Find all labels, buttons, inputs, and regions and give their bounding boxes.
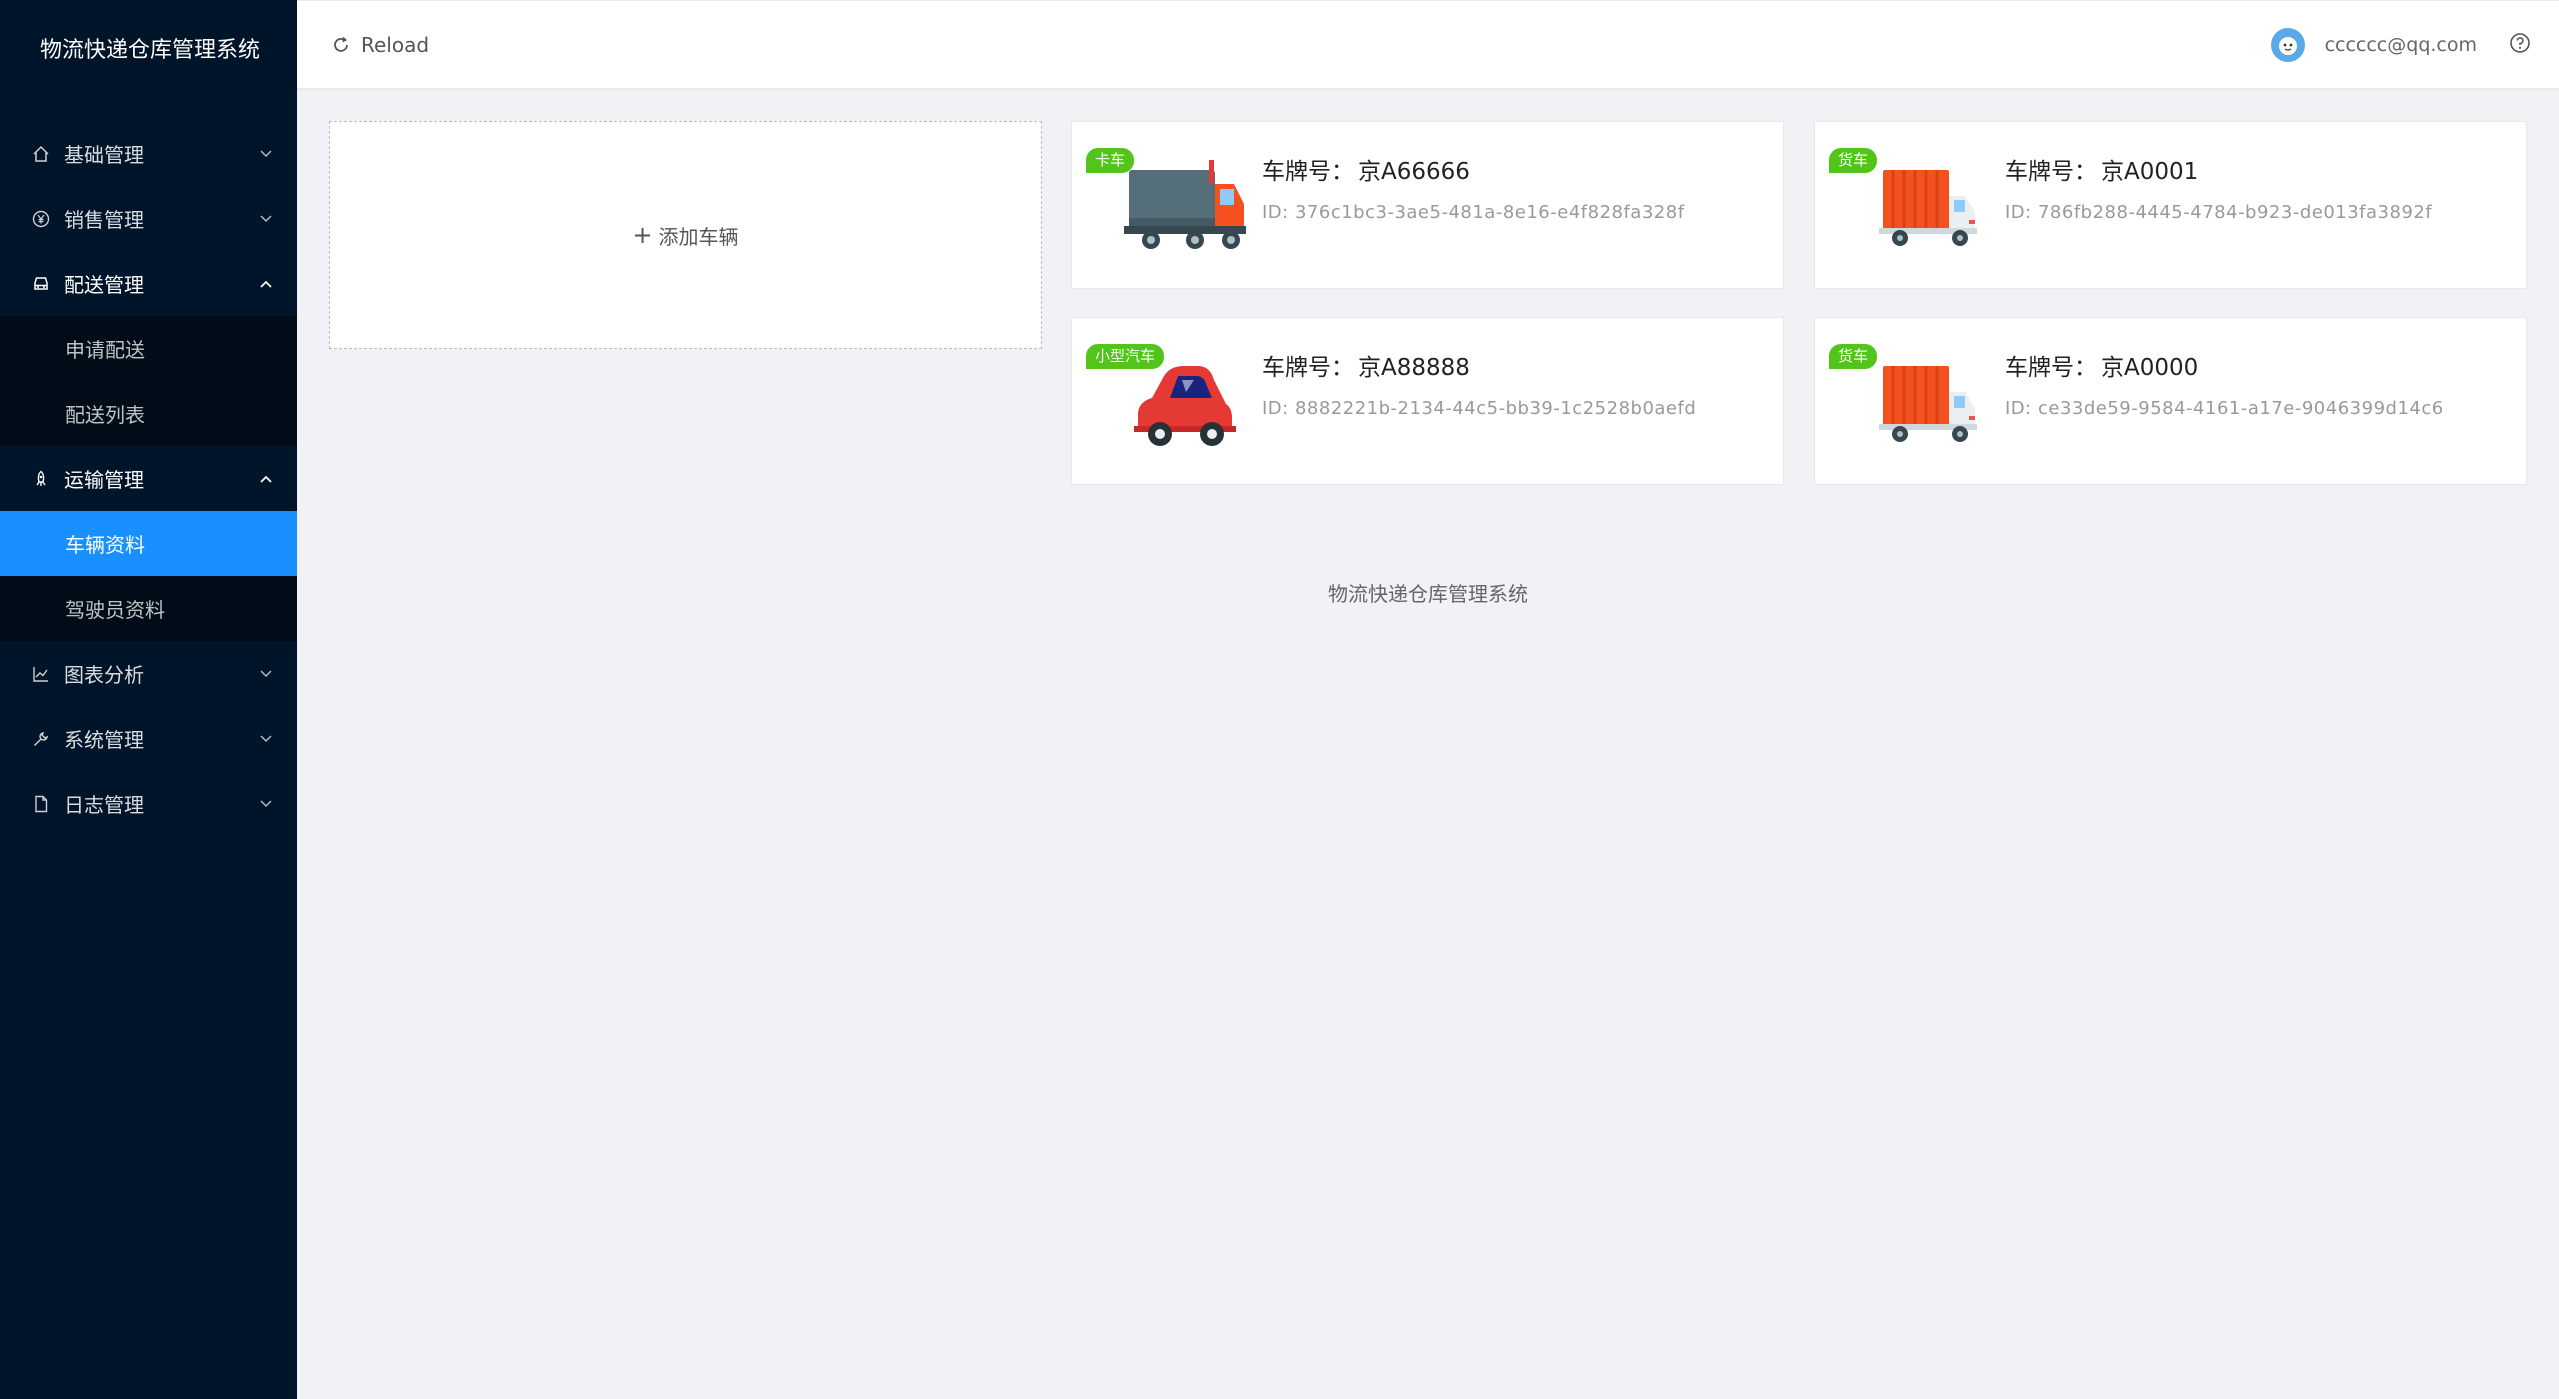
chevron-down-icon xyxy=(259,147,273,161)
footer-text: 物流快递仓库管理系统 xyxy=(1328,582,1528,606)
file-icon xyxy=(31,794,51,814)
add-vehicle-label: 添加车辆 xyxy=(658,224,739,249)
menu-charts[interactable]: 图表分析 xyxy=(0,641,297,706)
vehicle-type-tag: 货车 xyxy=(1829,148,1878,173)
chevron-up-icon xyxy=(259,277,273,291)
user-avatar-icon xyxy=(2278,36,2297,55)
menu-label: 系统管理 xyxy=(64,728,144,752)
vehicle-card[interactable]: 卡车 车牌号： 京A66666 ID: 376c1bc3-3ae5-481a-8e… xyxy=(1071,121,1784,289)
vehicle-info: 车牌号： 京A0001 ID: 786fb288-4445-4784-b923-d… xyxy=(2005,122,2432,223)
vehicle-id: ID: 376c1bc3-3ae5-481a-8e16-e4f828fa328f xyxy=(1262,202,1685,223)
menu-sales[interactable]: 销售管理 xyxy=(0,186,297,251)
top-header: Reload cccccc@qq.com xyxy=(297,0,2559,88)
rocket-icon xyxy=(31,469,51,489)
menu-label: 日志管理 xyxy=(64,793,144,817)
id-value: ce33de59-9584-4161-a17e-9046399d14c6 xyxy=(2037,398,2444,419)
vehicle-type-tag: 货车 xyxy=(1829,344,1878,369)
chevron-down-icon xyxy=(259,212,273,226)
add-vehicle-card[interactable]: + 添加车辆 xyxy=(329,121,1042,349)
vehicle-info: 车牌号： 京A66666 ID: 376c1bc3-3ae5-481a-8e16-… xyxy=(1262,122,1685,223)
id-prefix: ID: xyxy=(1262,202,1295,223)
vehicle-plate: 车牌号： 京A88888 xyxy=(1262,348,1696,382)
vehicle-image: 小型汽车 xyxy=(1072,318,1262,486)
chevron-down-icon xyxy=(259,797,273,811)
id-value: 8882221b-2134-44c5-bb39-1c2528b0aefd xyxy=(1294,398,1697,419)
sidebar-item-vehicles[interactable]: 车辆资料 xyxy=(0,511,297,576)
plate-prefix: 车牌号： xyxy=(2005,355,2097,381)
id-prefix: ID: xyxy=(1262,398,1295,419)
menu-system[interactable]: 系统管理 xyxy=(0,706,297,771)
id-prefix: ID: xyxy=(2005,202,2038,223)
plate-prefix: 车牌号： xyxy=(1262,355,1354,381)
vehicle-plate: 车牌号： 京A66666 xyxy=(1262,152,1685,186)
id-prefix: ID: xyxy=(2005,398,2038,419)
header-right: cccccc@qq.com xyxy=(2270,27,2531,62)
vehicle-type-tag: 卡车 xyxy=(1086,148,1135,173)
app-title: 物流快递仓库管理系统 xyxy=(40,38,261,63)
plus-icon: + xyxy=(632,221,653,249)
plate-value: 京A0001 xyxy=(2101,159,2199,185)
vehicle-card[interactable]: 货车 车牌号： 京A0000 ID: ce33de59-9584-4161-a17… xyxy=(1814,317,2527,485)
plate-prefix: 车牌号： xyxy=(2005,159,2097,185)
plate-value: 京A66666 xyxy=(1358,159,1470,185)
id-value: 376c1bc3-3ae5-481a-8e16-e4f828fa328f xyxy=(1294,202,1685,223)
vehicle-card[interactable]: 小型汽车 车牌号： 京A88888 ID: 8882221b-2134-44c5-… xyxy=(1071,317,1784,485)
plate-value: 京A88888 xyxy=(1358,355,1470,381)
vehicle-id: ID: ce33de59-9584-4161-a17e-9046399d14c6 xyxy=(2005,398,2444,419)
sidebar: 物流快递仓库管理系统 基础管理 销售管理 配送管理 申请配送 配送列表 运输管理… xyxy=(0,0,297,1399)
sidebar-item-drivers[interactable]: 驾驶员资料 xyxy=(0,576,297,641)
vehicle-card[interactable]: 货车 车牌号： 京A0001 ID: 786fb288-4445-4784-b92… xyxy=(1814,121,2527,289)
reload-label: Reload xyxy=(361,32,430,57)
help-icon[interactable] xyxy=(2509,32,2531,58)
menu-label: 图表分析 xyxy=(64,663,144,687)
sidebar-item-delivery-list[interactable]: 配送列表 xyxy=(0,381,297,446)
vehicle-id: ID: 8882221b-2134-44c5-bb39-1c2528b0aefd xyxy=(1262,398,1696,419)
vehicle-plate: 车牌号： 京A0001 xyxy=(2005,152,2432,186)
line-chart-icon xyxy=(31,664,51,684)
menu-transport[interactable]: 运输管理 xyxy=(0,446,297,511)
plate-value: 京A0000 xyxy=(2101,355,2199,381)
user-email[interactable]: cccccc@qq.com xyxy=(2325,34,2477,56)
menu-logs[interactable]: 日志管理 xyxy=(0,771,297,836)
vehicle-image: 卡车 xyxy=(1072,122,1262,290)
car-icon xyxy=(31,274,51,294)
main-content: + 添加车辆 卡车 车牌号： 京A66666 ID: 376c1bc3-3ae5-… xyxy=(297,88,2559,1399)
menu-basic[interactable]: 基础管理 xyxy=(0,121,297,186)
menu-label: 销售管理 xyxy=(64,208,144,232)
submenu-transport: 车辆资料 驾驶员资料 xyxy=(0,511,297,641)
vehicle-type-tag: 小型汽车 xyxy=(1086,344,1165,369)
vehicle-image: 货车 xyxy=(1815,122,2005,290)
vehicle-id: ID: 786fb288-4445-4784-b923-de013fa3892f xyxy=(2005,202,2432,223)
menu-label: 运输管理 xyxy=(64,468,144,492)
vehicle-info: 车牌号： 京A88888 ID: 8882221b-2134-44c5-bb39-… xyxy=(1262,318,1696,419)
reload-icon xyxy=(334,36,348,52)
id-value: 786fb288-4445-4784-b923-de013fa3892f xyxy=(2037,202,2433,223)
chevron-down-icon xyxy=(259,732,273,746)
vehicle-info: 车牌号： 京A0000 ID: ce33de59-9584-4161-a17e-9… xyxy=(2005,318,2444,419)
avatar[interactable] xyxy=(2270,27,2305,62)
reload-button[interactable]: Reload xyxy=(331,33,429,57)
menu-delivery[interactable]: 配送管理 xyxy=(0,251,297,316)
vehicle-image: 货车 xyxy=(1815,318,2005,486)
submenu-delivery: 申请配送 配送列表 xyxy=(0,316,297,446)
menu-label: 配送管理 xyxy=(64,273,144,297)
menu-label: 基础管理 xyxy=(64,143,144,167)
vehicle-plate: 车牌号： 京A0000 xyxy=(2005,348,2444,382)
plate-prefix: 车牌号： xyxy=(1262,159,1354,185)
sidebar-item-apply-delivery[interactable]: 申请配送 xyxy=(0,316,297,381)
home-icon xyxy=(31,144,51,164)
chevron-down-icon xyxy=(259,667,273,681)
yen-icon xyxy=(31,209,51,229)
tool-icon xyxy=(31,729,51,749)
chevron-up-icon xyxy=(259,472,273,486)
